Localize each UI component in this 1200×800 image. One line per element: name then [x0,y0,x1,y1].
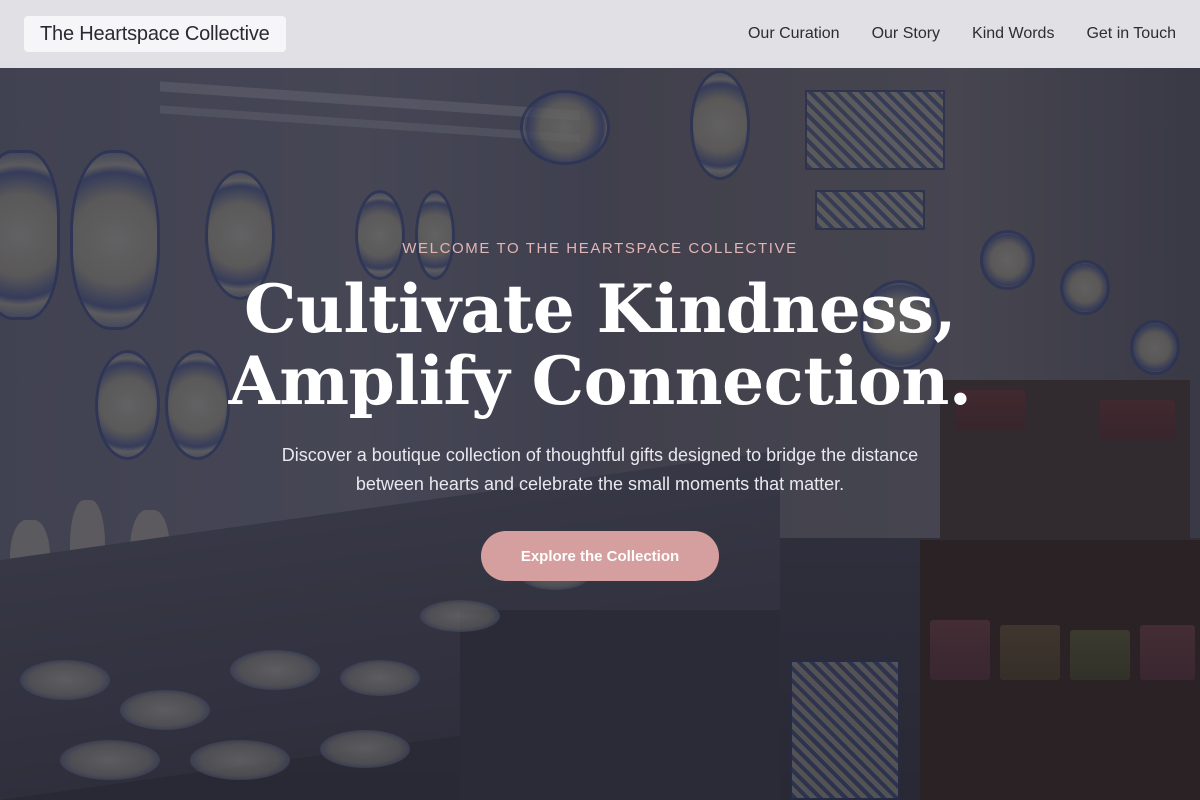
hero-headline-line-1: Cultivate Kindness, [243,270,957,348]
hero-section: WELCOME TO THE HEARTSPACE COLLECTIVE Cul… [0,0,1200,800]
hero-headline-line-2: Amplify Connection. [228,342,972,420]
hero-eyebrow: WELCOME TO THE HEARTSPACE COLLECTIVE [402,240,798,257]
hero-headline: Cultivate Kindness, Amplify Connection. [229,273,972,417]
explore-collection-button[interactable]: Explore the Collection [481,531,719,581]
hero-subtext: Discover a boutique collection of though… [281,445,919,494]
